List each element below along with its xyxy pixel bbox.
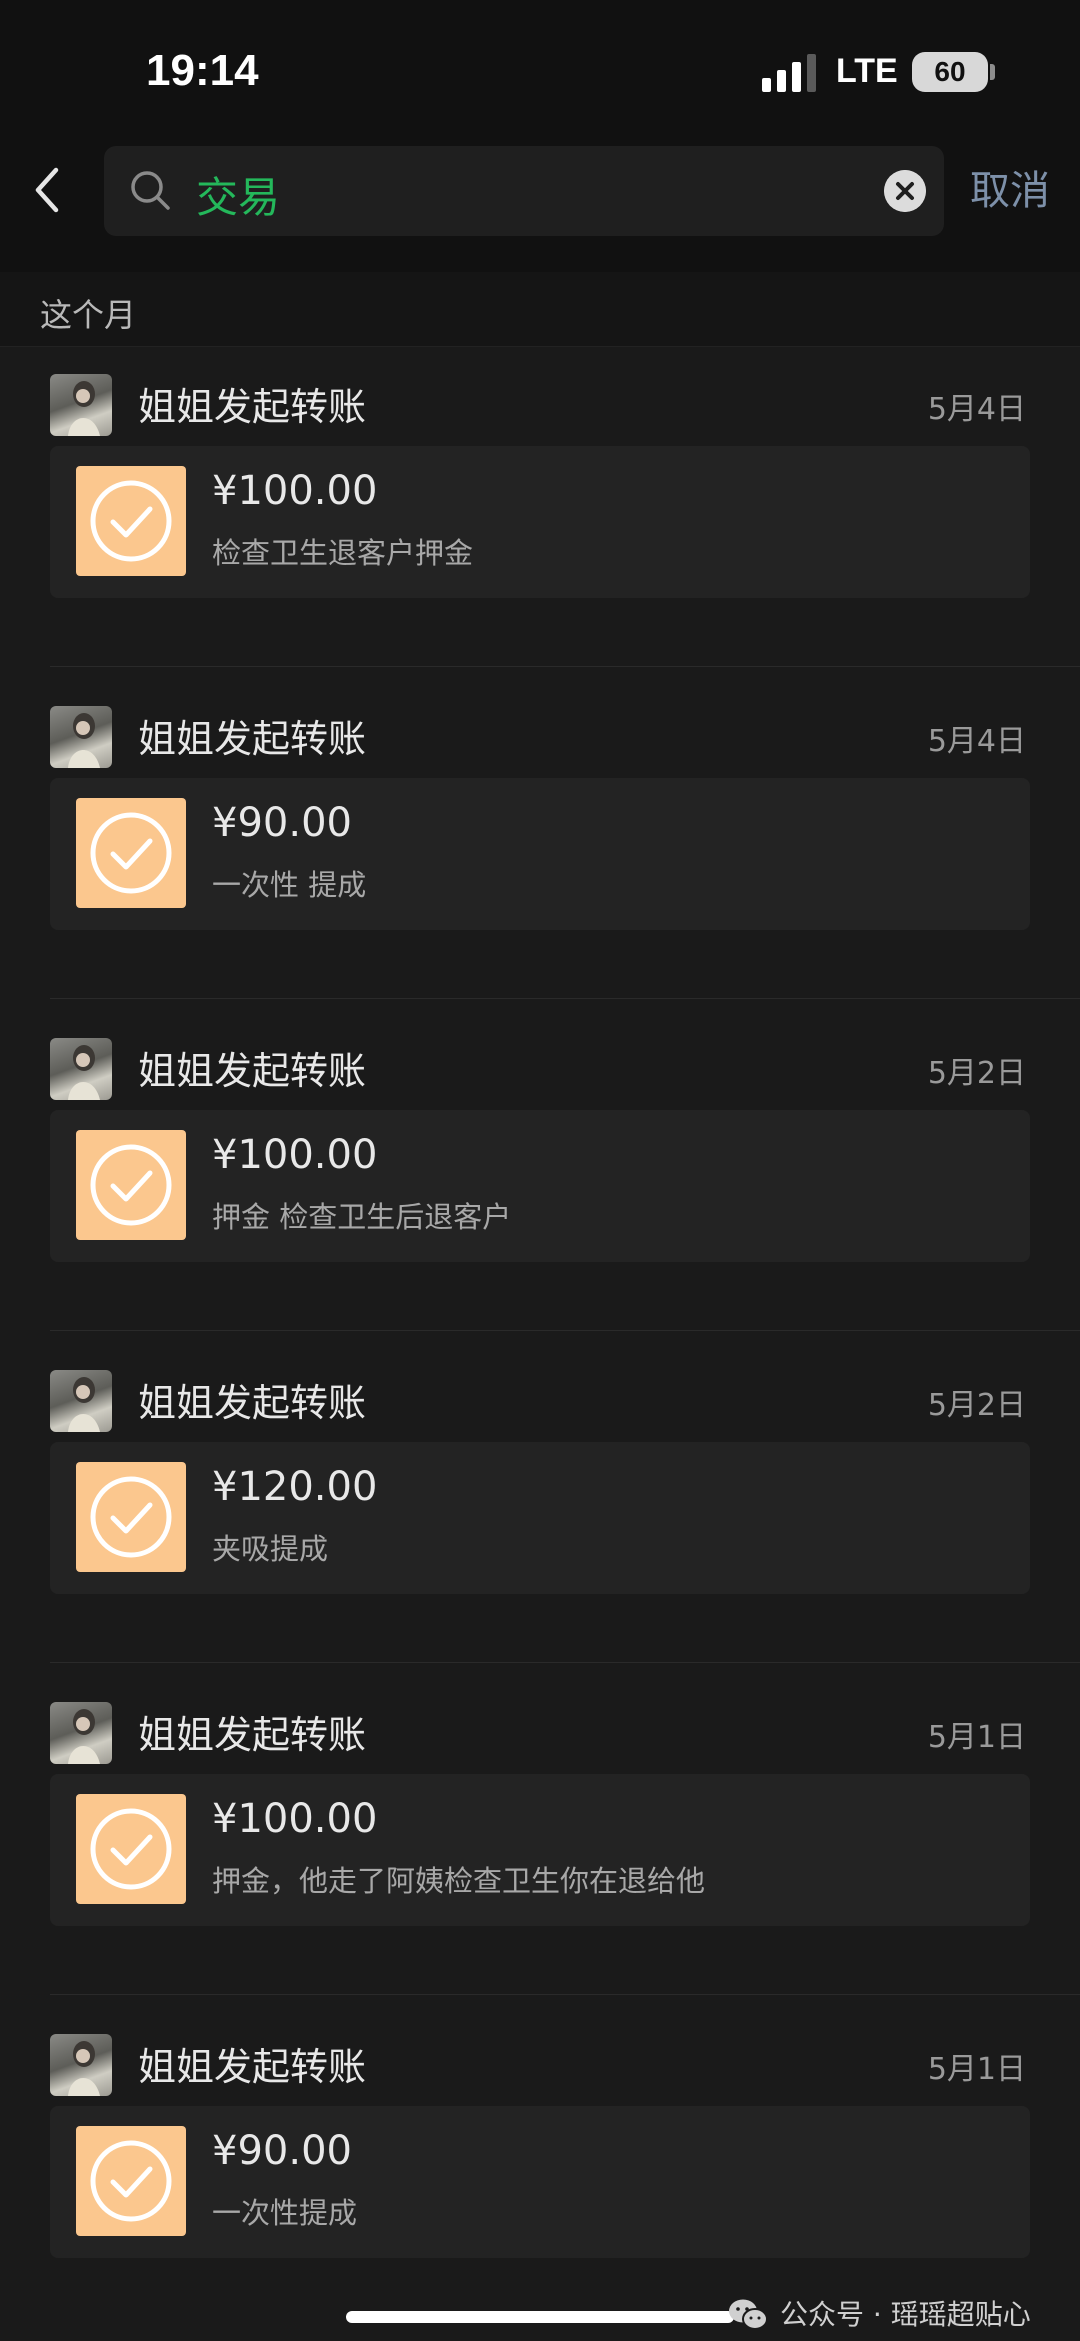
transfer-received-icon (76, 466, 186, 576)
transfer-card[interactable]: ¥100.00 押金 检查卫生后退客户 (50, 1110, 1030, 1262)
sender-name: 姐姐发起转账 (138, 1381, 367, 1425)
transfer-amount: ¥100.00 (212, 1796, 378, 1842)
transfer-card[interactable]: ¥100.00 押金，他走了阿姨检查卫生你在退给他 (50, 1774, 1030, 1926)
record-date: 5月1日 (927, 1720, 1026, 1755)
sender-name: 姐姐发起转账 (138, 385, 367, 429)
transfer-amount: ¥120.00 (212, 1464, 378, 1510)
transfer-card[interactable]: ¥100.00 检查卫生退客户押金 (50, 446, 1030, 598)
section-title: 这个月 (40, 296, 137, 334)
record-date: 5月1日 (927, 2052, 1026, 2087)
section-header: 这个月 (0, 272, 1080, 347)
transfer-note: 一次性提成 (212, 2196, 358, 2230)
transfer-amount: ¥100.00 (212, 468, 378, 514)
transfer-received-icon (76, 798, 186, 908)
divider (50, 998, 1080, 999)
sender-name: 姐姐发起转账 (138, 2045, 367, 2089)
transfer-note: 押金，他走了阿姨检查卫生你在退给他 (212, 1864, 706, 1898)
record-date: 5月4日 (927, 392, 1026, 427)
transfer-note: 押金 检查卫生后退客户 (212, 1200, 512, 1234)
sender-name: 姐姐发起转账 (138, 717, 367, 761)
results-list: 这个月 姐姐发起转账 5月4日 ¥100.00 检查卫生退客户押金 姐姐发起转账… (0, 272, 1080, 2341)
network-type: LTE (836, 52, 898, 90)
clear-icon[interactable] (884, 170, 926, 212)
search-icon (131, 171, 170, 210)
transfer-note: 夹吸提成 (212, 1532, 329, 1566)
transfer-record[interactable]: 姐姐发起转账 5月4日 ¥90.00 一次性 提成 (0, 678, 1080, 1010)
transfer-record[interactable]: 姐姐发起转账 5月4日 ¥100.00 检查卫生退客户押金 (0, 346, 1080, 678)
transfer-card[interactable]: ¥90.00 一次性提成 (50, 2106, 1030, 2258)
transfer-received-icon (76, 1130, 186, 1240)
record-date: 5月4日 (927, 724, 1026, 759)
home-indicator[interactable] (346, 2311, 734, 2323)
avatar (50, 706, 112, 768)
battery-tip (990, 64, 995, 80)
sender-name: 姐姐发起转账 (138, 1049, 367, 1093)
avatar (50, 374, 112, 436)
watermark: 公众号 · 瑶瑶超贴心 (728, 2298, 1031, 2332)
transfer-record[interactable]: 姐姐发起转账 5月2日 ¥120.00 夹吸提成 (0, 1342, 1080, 1674)
transfer-record[interactable]: 姐姐发起转账 5月2日 ¥100.00 押金 检查卫生后退客户 (0, 1010, 1080, 1342)
battery-level: 60 (934, 56, 966, 87)
transfer-card[interactable]: ¥90.00 一次性 提成 (50, 778, 1030, 930)
status-time: 19:14 (146, 46, 259, 95)
transfer-record[interactable]: 姐姐发起转账 5月1日 ¥100.00 押金，他走了阿姨检查卫生你在退给他 (0, 1674, 1080, 2006)
battery-icon: 60 (912, 52, 988, 92)
avatar (50, 1702, 112, 1764)
transfer-note: 检查卫生退客户押金 (212, 536, 474, 570)
transfer-record[interactable]: 姐姐发起转账 5月1日 ¥90.00 一次性提成 (0, 2006, 1080, 2338)
divider (50, 1662, 1080, 1663)
wechat-icon (729, 2299, 768, 2330)
search-bar[interactable]: 交易 (104, 146, 944, 236)
search-input[interactable]: 交易 (196, 164, 280, 225)
transfer-received-icon (76, 1794, 186, 1904)
divider (50, 1330, 1080, 1331)
divider (50, 1994, 1080, 1995)
transfer-card[interactable]: ¥120.00 夹吸提成 (50, 1442, 1030, 1594)
transfer-amount: ¥90.00 (212, 2128, 352, 2174)
transfer-amount: ¥100.00 (212, 1132, 378, 1178)
watermark-text: 公众号 · 瑶瑶超贴心 (780, 2298, 1031, 2331)
record-date: 5月2日 (927, 1388, 1026, 1423)
record-date: 5月2日 (927, 1056, 1026, 1091)
back-arrow-icon[interactable] (20, 160, 76, 220)
transfer-note: 一次性 提成 (212, 868, 367, 902)
cellular-signal-icon (762, 54, 816, 92)
transfer-received-icon (76, 2126, 186, 2236)
avatar (50, 1038, 112, 1100)
avatar (50, 1370, 112, 1432)
cancel-button[interactable]: 取消 (970, 158, 1050, 216)
transfer-received-icon (76, 1462, 186, 1572)
divider (50, 666, 1080, 667)
sender-name: 姐姐发起转账 (138, 1713, 367, 1757)
avatar (50, 2034, 112, 2096)
transfer-amount: ¥90.00 (212, 800, 352, 846)
status-bar: 19:14 LTE 60 (0, 0, 1080, 140)
